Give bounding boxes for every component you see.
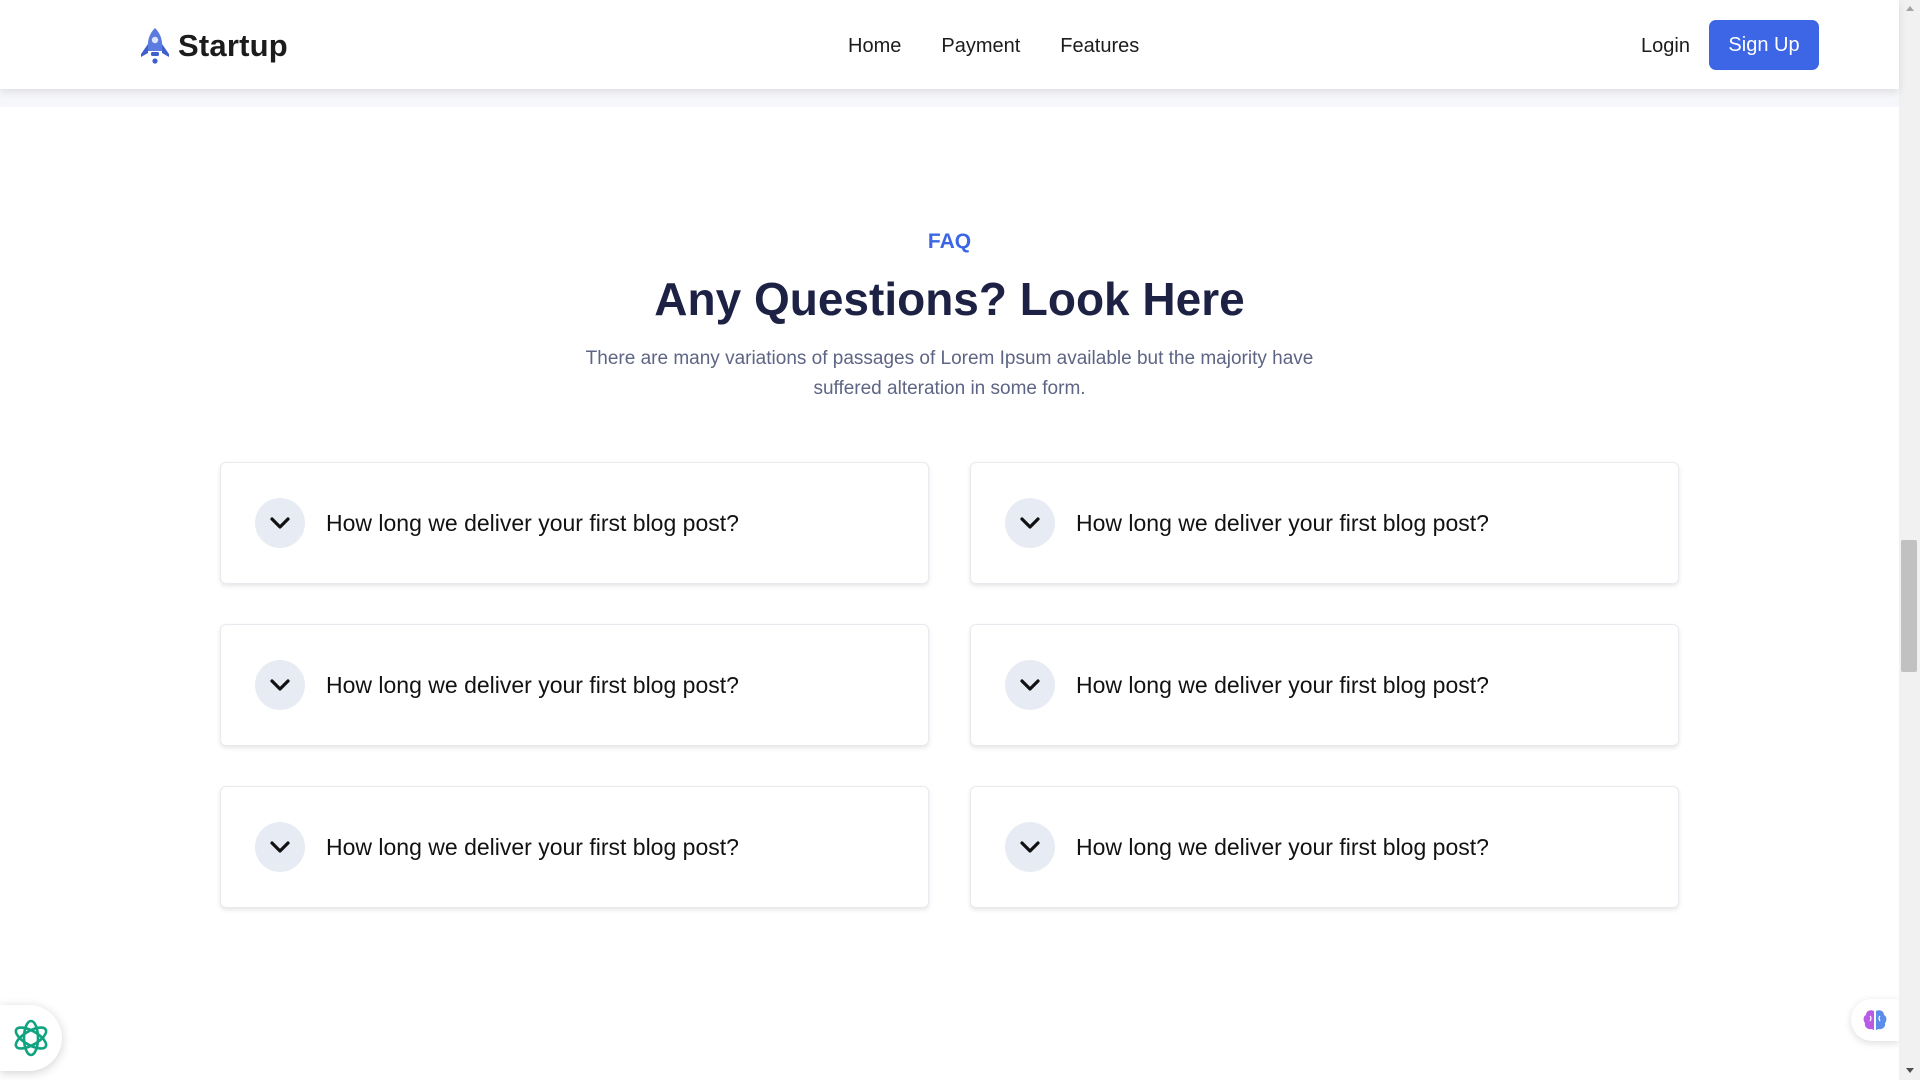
chevron-down-icon[interactable]: [255, 660, 305, 710]
faq-item[interactable]: How long we deliver your first blog post…: [970, 624, 1679, 746]
nav-home-link[interactable]: Home: [848, 32, 901, 60]
site-header: Startup Home Payment Features Login Sign…: [0, 0, 1899, 89]
faq-item[interactable]: How long we deliver your first blog post…: [220, 786, 929, 908]
nav-payment-link[interactable]: Payment: [941, 32, 1020, 60]
assistant-launcher-left[interactable]: [0, 1005, 62, 1071]
sign-up-button[interactable]: Sign Up: [1709, 20, 1819, 70]
faq-item[interactable]: How long we deliver your first blog post…: [220, 462, 929, 584]
chevron-down-icon[interactable]: [255, 822, 305, 872]
scroll-down-arrow-icon[interactable]: [1906, 1068, 1914, 1073]
faq-question: How long we deliver your first blog post…: [1076, 509, 1489, 536]
nav-features-link[interactable]: Features: [1060, 32, 1139, 60]
chevron-down-icon[interactable]: [1005, 660, 1055, 710]
brain-icon: [1863, 1010, 1887, 1030]
rocket-icon: [141, 28, 169, 64]
faq-question: How long we deliver your first blog post…: [1076, 671, 1489, 698]
faq-item[interactable]: How long we deliver your first blog post…: [970, 786, 1679, 908]
scroll-up-arrow-icon[interactable]: [1906, 6, 1914, 11]
faq-question: How long we deliver your first blog post…: [326, 833, 739, 860]
header-divider-band: [0, 89, 1899, 107]
faq-question: How long we deliver your first blog post…: [326, 509, 739, 536]
brand-name: Startup: [178, 28, 288, 63]
chevron-down-icon[interactable]: [1005, 498, 1055, 548]
scrollbar-thumb[interactable]: [1901, 540, 1917, 672]
login-link[interactable]: Login: [1641, 32, 1690, 60]
brand-logo[interactable]: Startup: [138, 24, 288, 68]
faq-eyebrow: FAQ: [927, 230, 972, 253]
assistant-launcher-right[interactable]: [1851, 999, 1899, 1041]
main-nav: Home Payment Features: [848, 32, 1139, 60]
faq-item[interactable]: How long we deliver your first blog post…: [220, 624, 929, 746]
faq-item[interactable]: How long we deliver your first blog post…: [970, 462, 1679, 584]
chevron-down-icon[interactable]: [255, 498, 305, 548]
faq-subtitle: There are many variations of passages of…: [585, 348, 1314, 399]
faq-question: How long we deliver your first blog post…: [326, 671, 739, 698]
faq-question: How long we deliver your first blog post…: [1076, 833, 1489, 860]
openai-knot-icon: [14, 1019, 48, 1057]
chevron-down-icon[interactable]: [1005, 822, 1055, 872]
faq-title: Any Questions? Look Here: [654, 273, 1245, 325]
